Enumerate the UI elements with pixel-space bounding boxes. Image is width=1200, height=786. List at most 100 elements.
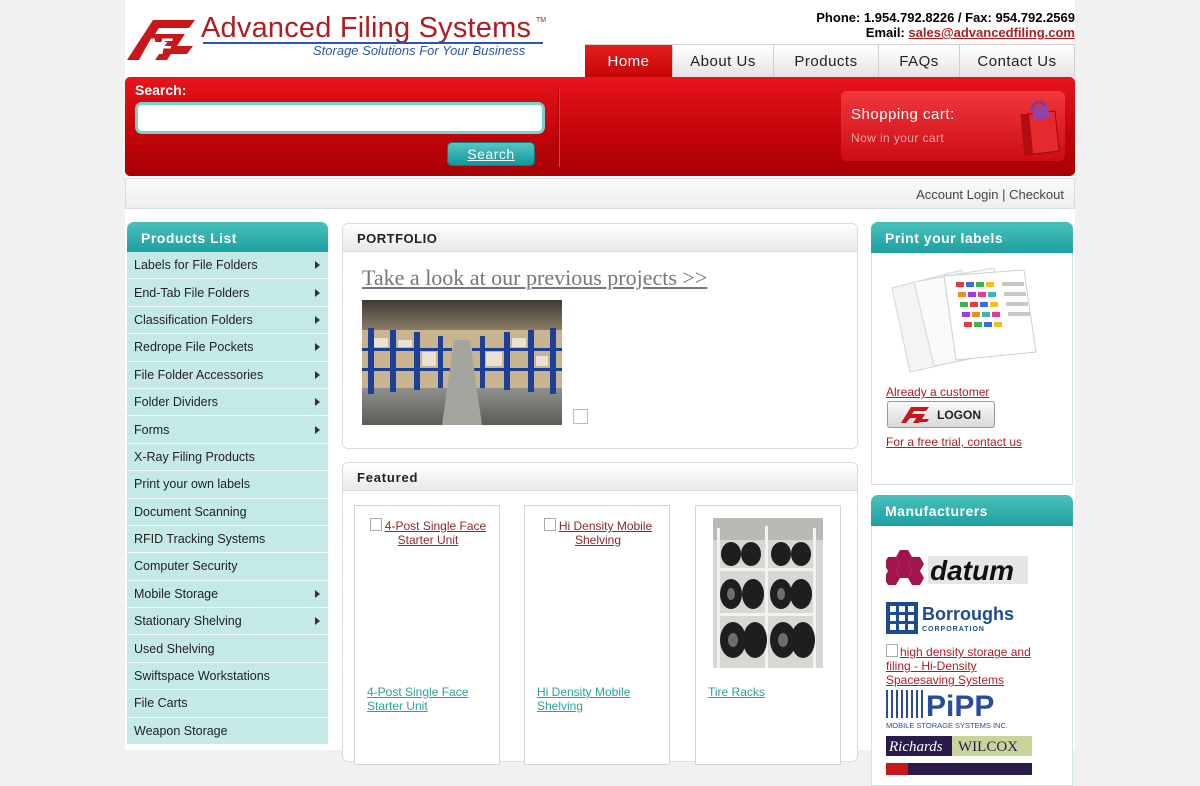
- shopping-bag-icon: [1020, 100, 1060, 156]
- products-list-item-label: Labels for File Folders: [134, 258, 258, 273]
- products-list-item[interactable]: Redrope File Pockets: [127, 334, 328, 362]
- af-logo-icon: AF: [127, 20, 195, 60]
- products-list-item-label: Computer Security: [134, 559, 238, 574]
- account-bar: Account Login | Checkout: [125, 178, 1075, 209]
- print-labels-title: Print your labels: [871, 222, 1073, 253]
- richards-logo-text: Richards: [888, 739, 943, 755]
- email-link[interactable]: sales@advancedfiling.com: [908, 25, 1075, 40]
- portfolio-title: PORTFOLIO: [343, 224, 857, 252]
- label-sheets-image[interactable]: [884, 268, 1039, 373]
- datum-logo-text: datum: [930, 555, 1014, 586]
- chevron-right-icon: [315, 343, 320, 352]
- products-list-item-label: RFID Tracking Systems: [134, 532, 266, 547]
- products-list-item-label: Swiftspace Workstations: [134, 669, 270, 684]
- cart-title: Shopping cart:: [851, 106, 955, 123]
- logo-title: Advanced Filing Systems: [201, 12, 532, 44]
- search-banner: Search: Search Shopping cart: Now in you…: [125, 77, 1075, 176]
- products-list-item[interactable]: Swiftspace Workstations: [127, 662, 328, 691]
- products-list-item[interactable]: Classification Folders: [127, 306, 328, 335]
- featured-product[interactable]: 4-Post Single Face Starter Unit 4-Post S…: [354, 505, 500, 765]
- product-image-placeholder[interactable]: 4-Post Single Face Starter Unit: [367, 518, 489, 547]
- product-name-link[interactable]: Tire Racks: [708, 685, 830, 699]
- borroughs-logo-subtext: CORPORATION: [922, 626, 985, 633]
- products-list-item[interactable]: Forms: [127, 416, 328, 444]
- products-list-item-label: File Folder Accessories: [134, 367, 264, 382]
- logo-trademark: TM: [536, 17, 547, 24]
- products-list-item[interactable]: Print your own labels: [127, 471, 328, 499]
- checkout-link[interactable]: Checkout: [1009, 187, 1064, 202]
- featured-product[interactable]: Hi Density Mobile Shelving Hi Density Mo…: [524, 505, 670, 765]
- product-image-placeholder[interactable]: Hi Density Mobile Shelving: [537, 518, 659, 547]
- nav-products[interactable]: Products: [774, 45, 879, 77]
- nav-faqs[interactable]: FAQs: [879, 45, 960, 77]
- account-login-link[interactable]: Account Login: [916, 187, 998, 202]
- products-list-item[interactable]: Used Shelving: [127, 635, 328, 663]
- portfolio-link[interactable]: Take a look at our previous projects >>: [362, 265, 707, 291]
- hi-density-logo-placeholder[interactable]: high density storage and filing - Hi-Den…: [886, 644, 1046, 687]
- print-labels-panel: Already a customer LOGON For a free tria…: [871, 253, 1073, 485]
- products-list-title: Products List: [127, 222, 328, 252]
- products-list-item[interactable]: Weapon Storage: [127, 717, 328, 746]
- free-trial-link[interactable]: For a free trial, contact us: [886, 435, 1022, 449]
- phone-fax: Phone: 1.954.792.8226 / Fax: 954.792.256…: [816, 10, 1075, 25]
- partial-manufacturer-logo[interactable]: [886, 763, 1032, 775]
- products-list-item[interactable]: Folder Dividers: [127, 388, 328, 417]
- logo-tagline: Storage Solutions For Your Business: [313, 43, 526, 58]
- products-list-item[interactable]: Computer Security: [127, 553, 328, 581]
- borroughs-logo-text: Borroughs: [922, 604, 1014, 624]
- products-list-item[interactable]: Stationary Shelving: [127, 608, 328, 636]
- manufacturers-title: Manufacturers: [871, 495, 1073, 526]
- cart-subtitle: Now in your cart: [851, 131, 945, 145]
- products-list-item-label: X-Ray Filing Products: [134, 449, 255, 464]
- nav-about-us[interactable]: About Us: [673, 45, 774, 77]
- borroughs-logo[interactable]: Borroughs CORPORATION: [886, 602, 1032, 636]
- manufacturers-panel: datum Borroughs CORPORATION high density…: [871, 526, 1073, 786]
- banner-divider: [558, 89, 559, 167]
- nav-contact-us[interactable]: Contact Us: [960, 45, 1075, 77]
- products-list-item[interactable]: Mobile Storage: [127, 580, 328, 609]
- shopping-cart[interactable]: Shopping cart: Now in your cart: [841, 91, 1065, 161]
- search-input[interactable]: [135, 102, 545, 134]
- product-name-link[interactable]: Hi Density Mobile Shelving: [537, 685, 659, 713]
- chevron-right-icon: [315, 425, 320, 434]
- warehouse-shelving-image[interactable]: [362, 300, 562, 425]
- logon-label: LOGON: [937, 407, 981, 422]
- products-list-item[interactable]: RFID Tracking Systems: [127, 525, 328, 554]
- richards-wilcox-logo[interactable]: Richards WILCOX: [886, 736, 1032, 756]
- product-name-link[interactable]: 4-Post Single Face Starter Unit: [367, 685, 489, 713]
- page: AF Advanced Filing Systems TM Storage So…: [125, 0, 1075, 786]
- chevron-right-icon: [315, 288, 320, 297]
- products-list-item[interactable]: File Folder Accessories: [127, 361, 328, 389]
- products-list-item-label: Document Scanning: [134, 504, 247, 519]
- products-list-item[interactable]: End-Tab File Folders: [127, 279, 328, 307]
- chevron-right-icon: [315, 398, 320, 407]
- datum-logo[interactable]: datum: [886, 546, 1032, 590]
- search-button[interactable]: Search: [447, 142, 535, 166]
- products-list-item[interactable]: X-Ray Filing Products: [127, 443, 328, 472]
- featured-product[interactable]: Tire Racks: [695, 505, 841, 765]
- products-list-item[interactable]: File Carts: [127, 690, 328, 718]
- pipp-logo-text: PiPP: [926, 690, 994, 723]
- portfolio-box: PORTFOLIO Take a look at our previous pr…: [342, 223, 858, 449]
- logon-button[interactable]: LOGON: [887, 401, 995, 428]
- already-customer-link[interactable]: Already a customer: [886, 385, 989, 399]
- products-list-item-label: Used Shelving: [134, 641, 215, 656]
- products-list-item-label: File Carts: [134, 696, 188, 711]
- email-label: Email:: [865, 25, 909, 40]
- af-logo-icon: [901, 406, 929, 423]
- nav-home[interactable]: Home: [585, 45, 673, 77]
- products-list-item-label: Weapon Storage: [134, 723, 228, 738]
- featured-title: Featured: [343, 463, 857, 491]
- chevron-right-icon: [315, 315, 320, 324]
- tire-rack-image[interactable]: [713, 518, 823, 668]
- products-list-item[interactable]: Labels for File Folders: [127, 252, 328, 280]
- chevron-right-icon: [315, 589, 320, 598]
- pipp-logo[interactable]: PiPP MOBILE STORAGE SYSTEMS INC.: [886, 688, 1032, 730]
- site-logo[interactable]: AF Advanced Filing Systems TM Storage So…: [125, 12, 555, 64]
- products-list-item[interactable]: Document Scanning: [127, 498, 328, 526]
- broken-image-icon: [573, 409, 588, 424]
- products-list-item-label: Mobile Storage: [134, 586, 219, 601]
- contact-info: Phone: 1.954.792.8226 / Fax: 954.792.256…: [816, 10, 1075, 40]
- products-list-panel: Products List Labels for File Folders End…: [127, 222, 328, 746]
- products-menu: Labels for File Folders End-Tab File Fold…: [127, 252, 328, 746]
